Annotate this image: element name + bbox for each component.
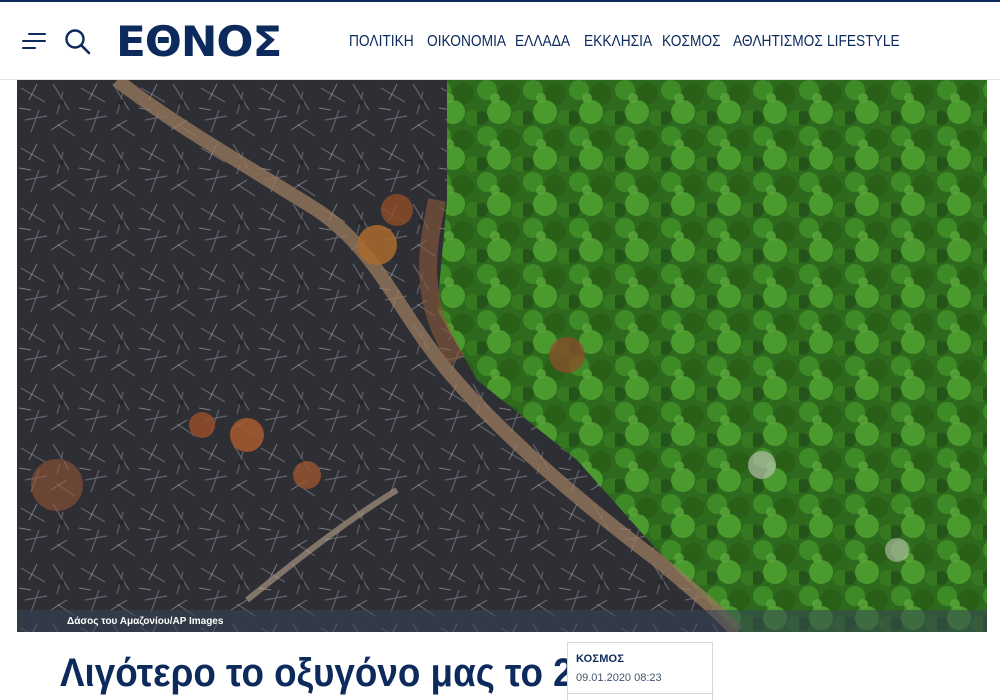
article-meta-box: ΚΟΣΜΟΣ 09.01.2020 08:23	[567, 642, 714, 700]
article-category[interactable]: ΚΟΣΜΟΣ	[576, 653, 624, 665]
site-header: ΕΘΝΟΣ ΠΟΛΙΤΙΚΗ ΟΙΚΟΝΟΜΙΑ ΕΛΛΑΔΑ ΕΚΚΛΗΣΙΑ…	[0, 0, 1000, 80]
search-icon[interactable]	[64, 28, 92, 56]
nav-item-ekklisia[interactable]: ΕΚΚΛΗΣΙΑ	[584, 30, 652, 54]
article-date: 09.01.2020 08:23	[576, 672, 662, 684]
hero-image[interactable]: Δάσος του Αμαζονίου/AP Images	[17, 80, 987, 632]
divider	[568, 693, 714, 694]
nav-item-ellada[interactable]: ΕΛΛΑΔΑ	[515, 30, 574, 54]
main-nav: ΠΟΛΙΤΙΚΗ ΟΙΚΟΝΟΜΙΑ ΕΛΛΑΔΑ ΕΚΚΛΗΣΙΑ ΚΟΣΜΟ…	[349, 30, 900, 54]
forest-aerial-photo	[17, 80, 987, 632]
nav-item-politiki[interactable]: ΠΟΛΙΤΙΚΗ	[349, 30, 416, 54]
nav-item-oikonomia[interactable]: ΟΙΚΟΝΟΜΙΑ	[427, 30, 506, 54]
image-caption: Δάσος του Αμαζονίου/AP Images	[67, 616, 224, 627]
nav-item-kosmos[interactable]: ΚΟΣΜΟΣ	[662, 30, 723, 54]
hamburger-icon[interactable]	[22, 31, 48, 53]
article-headline: Λιγότερο το οξυγόνο μας το 2019:	[60, 651, 648, 695]
nav-item-athlitismos[interactable]: ΑΘΛΗΤΙΣΜΟΣ	[733, 30, 823, 54]
nav-item-lifestyle[interactable]: LIFESTYLE	[827, 30, 900, 54]
site-logo[interactable]: ΕΘΝΟΣ	[116, 18, 282, 66]
